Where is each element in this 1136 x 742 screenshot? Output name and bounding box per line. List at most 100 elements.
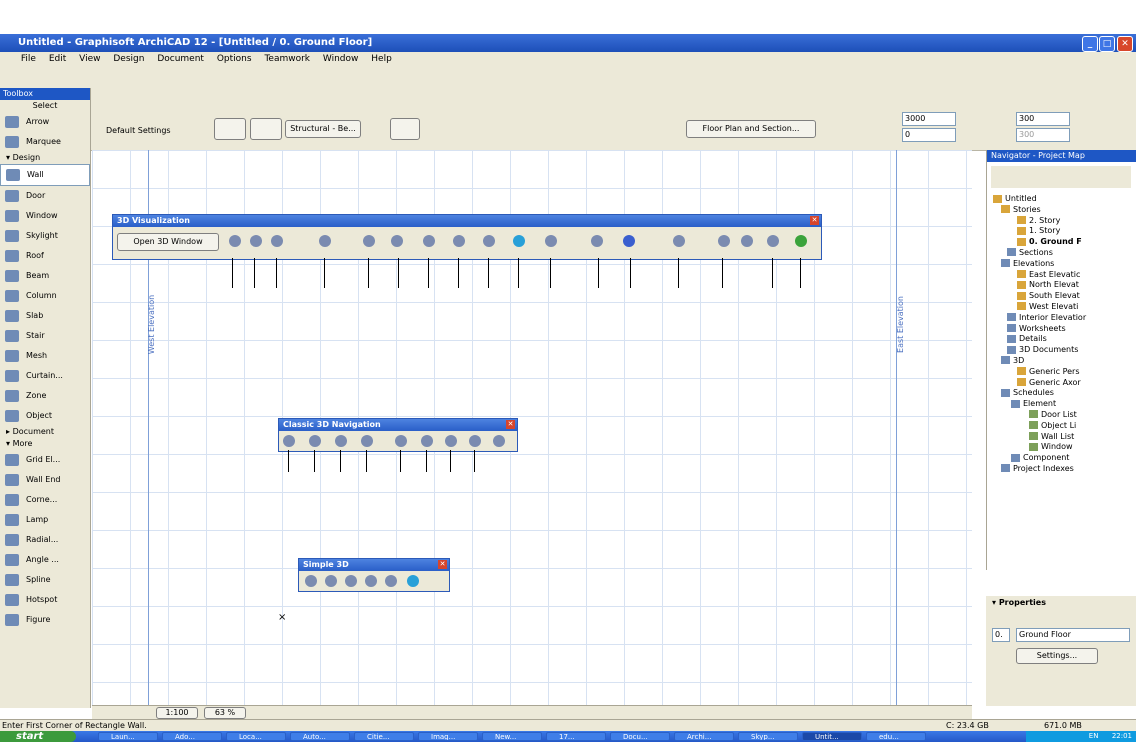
viz-tool-icon-10[interactable]	[513, 235, 525, 247]
viz-tool-icon-2[interactable]	[250, 235, 262, 247]
viz-tool-icon-8[interactable]	[453, 235, 465, 247]
construction-button[interactable]	[390, 118, 420, 140]
viz-tool-icon-15[interactable]	[718, 235, 730, 247]
more-category[interactable]: ▾ More	[0, 438, 90, 450]
wall-settings-button[interactable]	[214, 118, 246, 140]
taskbar-item[interactable]: 17...	[546, 732, 606, 741]
tree-item[interactable]: Worksheets	[993, 324, 1131, 335]
tree-item[interactable]: Element	[993, 399, 1131, 410]
tree-item[interactable]: East Elevatic	[993, 270, 1131, 281]
viz-tool-icon-12[interactable]	[591, 235, 603, 247]
tool-window[interactable]: Window	[0, 206, 90, 226]
tree-item[interactable]: Sections	[993, 248, 1131, 259]
tool-stair[interactable]: Stair	[0, 326, 90, 346]
nav-tool-icon-2[interactable]	[309, 435, 321, 447]
viz-tool-icon-18[interactable]	[795, 235, 807, 247]
tool-mesh[interactable]: Mesh	[0, 346, 90, 366]
nav-tool-icon-5[interactable]	[395, 435, 407, 447]
story-name-field[interactable]: Ground Floor	[1016, 628, 1130, 642]
simple-tool-icon-6[interactable]	[407, 575, 419, 587]
viz-tool-icon-14[interactable]	[673, 235, 685, 247]
tree-item[interactable]: Untitled	[993, 194, 1131, 205]
menu-options[interactable]: Options	[217, 54, 252, 64]
tool-radial-dimension[interactable]: Radial...	[0, 530, 90, 550]
tree-item[interactable]: Wall List	[993, 432, 1131, 443]
tool-figure[interactable]: Figure	[0, 610, 90, 630]
tool-arrow[interactable]: Arrow	[0, 112, 90, 132]
taskbar-item[interactable]: Auto...	[290, 732, 350, 741]
tree-item-selected[interactable]: 0. Ground F	[993, 237, 1131, 248]
close-icon[interactable]: ✕	[438, 560, 447, 569]
menu-design[interactable]: Design	[113, 54, 144, 64]
tree-item[interactable]: Component	[993, 453, 1131, 464]
floor-plan-section-button[interactable]: Floor Plan and Section...	[686, 120, 816, 138]
viz-tool-icon-17[interactable]	[767, 235, 779, 247]
nav-tool-icon-8[interactable]	[469, 435, 481, 447]
story-index-field[interactable]: 0.	[992, 628, 1010, 642]
wall-height-field[interactable]: 3000	[902, 112, 956, 126]
tree-item[interactable]: North Elevat	[993, 280, 1131, 291]
nav-tool-icon-6[interactable]	[421, 435, 433, 447]
simple-tool-icon-1[interactable]	[305, 575, 317, 587]
taskbar-item[interactable]: Docu...	[610, 732, 670, 741]
tool-wall[interactable]: Wall	[0, 164, 90, 186]
start-button[interactable]: start	[0, 731, 76, 742]
design-category[interactable]: ▾ Design	[0, 152, 90, 164]
maximize-button[interactable]: □	[1099, 36, 1115, 52]
tree-item[interactable]: Stories	[993, 205, 1131, 216]
nav-tool-icon-7[interactable]	[445, 435, 457, 447]
viz-tool-icon-3[interactable]	[271, 235, 283, 247]
nav-tool-icon-4[interactable]	[361, 435, 373, 447]
tool-angle-dimension[interactable]: Angle ...	[0, 550, 90, 570]
simple-tool-icon-3[interactable]	[345, 575, 357, 587]
geometry-method-button[interactable]	[250, 118, 282, 140]
tree-item[interactable]: South Elevat	[993, 291, 1131, 302]
tree-item[interactable]: Elevations	[993, 259, 1131, 270]
viz-tool-icon-4[interactable]	[319, 235, 331, 247]
simple-tool-icon-4[interactable]	[365, 575, 377, 587]
tool-skylight[interactable]: Skylight	[0, 226, 90, 246]
menu-view[interactable]: View	[79, 54, 100, 64]
open-3d-window-button[interactable]: Open 3D Window	[117, 233, 219, 251]
taskbar-item[interactable]: Citie...	[354, 732, 414, 741]
viz-tool-icon-6[interactable]	[391, 235, 403, 247]
base-offset-field[interactable]: 0	[902, 128, 956, 142]
tool-beam[interactable]: Beam	[0, 266, 90, 286]
zoom-button[interactable]: 63 %	[204, 707, 246, 719]
viz-tool-icon-1[interactable]	[229, 235, 241, 247]
tool-corner-window[interactable]: Corne...	[0, 490, 90, 510]
tree-item[interactable]: Schedules	[993, 388, 1131, 399]
viz-tool-icon-16[interactable]	[741, 235, 753, 247]
taskbar-item[interactable]: Imag...	[418, 732, 478, 741]
east-elevation-label[interactable]: East Elevation	[896, 296, 905, 353]
close-icon[interactable]: ✕	[506, 420, 515, 429]
tree-item[interactable]: Project Indexes	[993, 464, 1131, 475]
menu-window[interactable]: Window	[323, 54, 359, 64]
menu-teamwork[interactable]: Teamwork	[264, 54, 310, 64]
taskbar-item-active[interactable]: Untit...	[802, 732, 862, 741]
tool-lamp[interactable]: Lamp	[0, 510, 90, 530]
floor-plan-canvas[interactable]: West Elevation East Elevation × 3D Visua…	[92, 150, 972, 705]
tree-item[interactable]: Generic Pers	[993, 367, 1131, 378]
thickness-field[interactable]: 300	[1016, 112, 1070, 126]
simple-tool-icon-2[interactable]	[325, 575, 337, 587]
viz-tool-icon-5[interactable]	[363, 235, 375, 247]
menu-help[interactable]: Help	[371, 54, 392, 64]
taskbar-item[interactable]: New...	[482, 732, 542, 741]
navigator-view-tabs[interactable]	[991, 166, 1131, 188]
tree-item[interactable]: West Elevati	[993, 302, 1131, 313]
tree-item[interactable]: 3D	[993, 356, 1131, 367]
viz-tool-icon-13[interactable]	[623, 235, 635, 247]
simple-tool-icon-5[interactable]	[385, 575, 397, 587]
tree-item[interactable]: Window	[993, 442, 1131, 453]
west-elevation-label[interactable]: West Elevation	[147, 295, 156, 354]
nav-tool-icon-1[interactable]	[283, 435, 295, 447]
taskbar-item[interactable]: Ado...	[162, 732, 222, 741]
settings-button[interactable]: Settings...	[1016, 648, 1098, 664]
close-icon[interactable]: ✕	[810, 216, 819, 225]
structural-dropdown[interactable]: Structural - Be...	[285, 120, 361, 138]
thickness-field-2[interactable]: 300	[1016, 128, 1070, 142]
scale-button[interactable]: 1:100	[156, 707, 198, 719]
tree-item[interactable]: Object Li	[993, 421, 1131, 432]
tool-spline[interactable]: Spline	[0, 570, 90, 590]
